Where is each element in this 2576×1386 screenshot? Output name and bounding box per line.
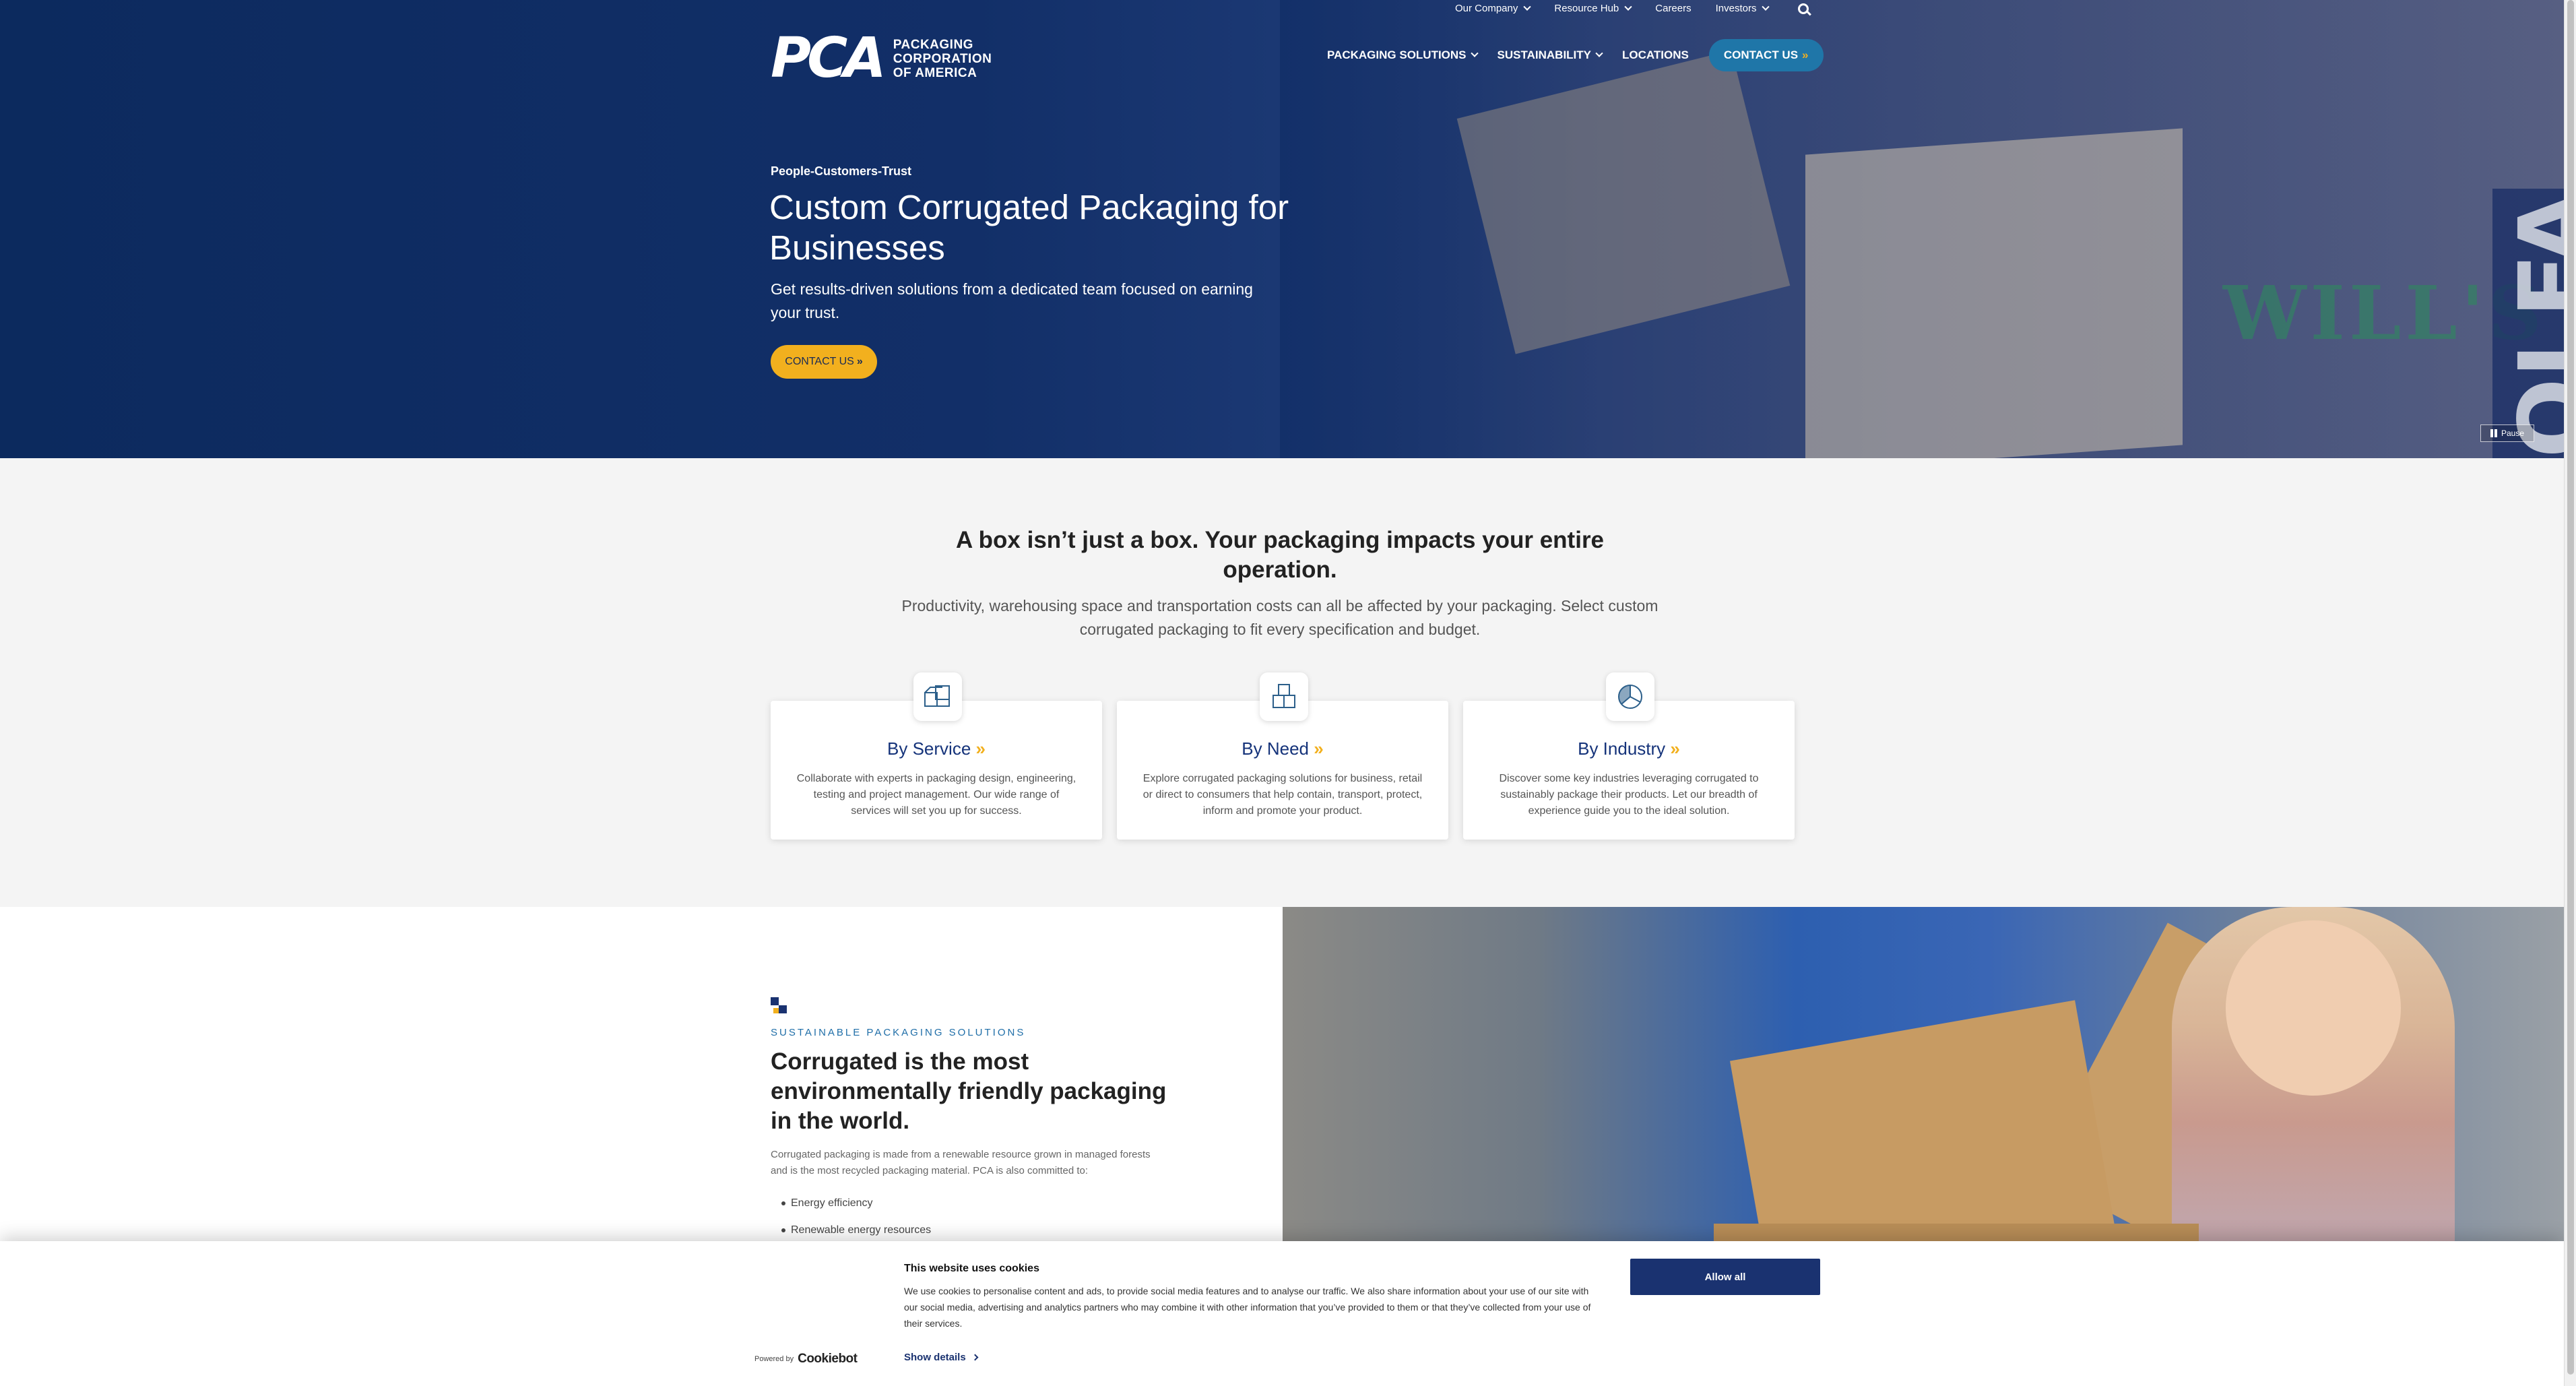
photo-box-shape <box>1456 50 1791 354</box>
chevron-down-icon <box>1523 3 1532 11</box>
pause-icon <box>2490 429 2497 437</box>
allow-all-button[interactable]: Allow all <box>1630 1259 1820 1295</box>
utility-nav: Our Company Resource Hub Careers Investo… <box>1455 3 1809 14</box>
nav-contact-label: CONTACT US <box>1723 49 1799 61</box>
squares-icon <box>771 997 788 1015</box>
card-by-service[interactable]: By Service » Collaborate with experts in… <box>771 672 1102 840</box>
search-icon[interactable] <box>1798 3 1809 14</box>
hero-contact-button[interactable]: CONTACT US» <box>771 345 877 379</box>
double-chevron-right-icon: » <box>856 356 863 367</box>
card-description: Discover some key industries leveraging … <box>1499 773 1759 817</box>
hero-eyebrow: People-Customers-Trust <box>771 164 912 178</box>
double-chevron-right-icon: » <box>975 738 986 759</box>
double-chevron-right-icon: » <box>1670 738 1680 759</box>
card-title-text: By Industry <box>1578 738 1666 759</box>
photo-tool-print: OLFA <box>2499 191 2564 458</box>
nav-contact-button[interactable]: CONTACT US» <box>1708 39 1824 71</box>
cookie-consent-banner: This website uses cookies We use cookies… <box>0 1241 2564 1386</box>
logo-line: PACKAGING <box>893 37 973 52</box>
utility-item-label: Our Company <box>1455 3 1518 14</box>
double-chevron-right-icon: » <box>1802 49 1809 61</box>
nav-item-sustainability[interactable]: SUSTAINABILITY <box>1497 49 1603 62</box>
card-by-industry[interactable]: By Industry » Discover some key industri… <box>1463 672 1795 840</box>
cookie-title: This website uses cookies <box>904 1263 1039 1274</box>
chevron-down-icon <box>1470 49 1479 57</box>
hero-cta-label: CONTACT US <box>785 356 854 367</box>
card-title[interactable]: By Need » <box>1117 738 1448 759</box>
utility-item-our-company[interactable]: Our Company <box>1455 3 1532 14</box>
service-boxes-icon <box>913 672 962 721</box>
card-title-text: By Need <box>1242 738 1310 759</box>
powered-by-cookiebot[interactable]: Powered by Cookiebot <box>754 1352 858 1366</box>
show-details-link[interactable]: Show details <box>904 1352 979 1363</box>
card-description: Explore corrugated packaging solutions f… <box>1142 773 1423 817</box>
utility-item-resource-hub[interactable]: Resource Hub <box>1554 3 1632 14</box>
logo-wordmark: PACKAGING CORPORATION OF AMERICA <box>893 38 992 80</box>
card-description: Collaborate with experts in packaging de… <box>796 773 1076 817</box>
logo-mark: PCA <box>771 26 887 90</box>
hero-title: Custom Corrugated Packaging for Business… <box>769 188 1289 267</box>
list-item: Renewable energy resources <box>781 1217 931 1244</box>
scrollbar-thumb[interactable] <box>2567 0 2574 1375</box>
logo-line: CORPORATION <box>893 51 992 66</box>
chevron-down-icon <box>1762 3 1770 11</box>
nav-item-label: LOCATIONS <box>1622 49 1689 61</box>
photo-child-face <box>2226 920 2401 1096</box>
hero-subtitle: Get results-driven solutions from a dedi… <box>771 280 1253 321</box>
carousel-pause-button[interactable]: Pause <box>2480 424 2534 442</box>
chevron-down-icon <box>1595 49 1603 57</box>
need-boxes-icon <box>1260 672 1308 721</box>
nav-item-label: PACKAGING SOLUTIONS <box>1327 49 1467 61</box>
utility-item-careers[interactable]: Careers <box>1655 3 1691 14</box>
list-item: Energy efficiency <box>781 1190 931 1217</box>
sustainability-eyebrow: SUSTAINABLE PACKAGING SOLUTIONS <box>771 1027 1026 1038</box>
hero-section: WILL'S OLFA Our Company Resource Hub Car… <box>0 0 2564 458</box>
powered-by-label: Powered by <box>754 1355 794 1363</box>
pause-label: Pause <box>2501 429 2525 438</box>
sustainability-body: Corrugated packaging is made from a rene… <box>771 1149 1151 1176</box>
card-title[interactable]: By Industry » <box>1463 738 1795 759</box>
intro-subtitle: Productivity, warehousing space and tran… <box>901 597 1659 638</box>
cookiebot-logo: Cookiebot <box>798 1352 858 1366</box>
card-by-need[interactable]: By Need » Explore corrugated packaging s… <box>1117 672 1448 840</box>
pca-logo[interactable]: PCA PACKAGING CORPORATION OF AMERICA <box>771 31 992 86</box>
logo-line: OF AMERICA <box>893 65 977 80</box>
nav-item-label: SUSTAINABILITY <box>1497 49 1591 61</box>
show-details-label: Show details <box>904 1352 966 1363</box>
nav-item-packaging-solutions[interactable]: PACKAGING SOLUTIONS <box>1327 49 1479 62</box>
page-scrollbar[interactable] <box>2564 0 2576 1386</box>
card-title[interactable]: By Service » <box>771 738 1102 759</box>
double-chevron-right-icon: » <box>1314 738 1324 759</box>
nav-item-locations[interactable]: LOCATIONS <box>1622 49 1689 62</box>
intro-title: A box isn’t just a box. Your packaging i… <box>955 527 1605 583</box>
photo-box-shape <box>1805 128 2183 458</box>
main-nav: PACKAGING SOLUTIONS SUSTAINABILITY LOCAT… <box>1327 39 1824 71</box>
industry-pie-icon <box>1606 672 1654 721</box>
sustainability-list: Energy efficiency Renewable energy resou… <box>781 1190 931 1244</box>
intro-section: A box isn’t just a box. Your packaging i… <box>0 458 2564 907</box>
utility-item-label: Resource Hub <box>1554 3 1619 14</box>
sustainability-title: Corrugated is the most environmentally f… <box>771 1048 1167 1134</box>
cookie-text: We use cookies to personalise content an… <box>904 1286 1591 1329</box>
utility-item-label: Investors <box>1715 3 1757 14</box>
utility-item-label: Careers <box>1655 3 1692 14</box>
chevron-down-icon <box>1624 3 1632 11</box>
chevron-right-icon <box>971 1354 979 1361</box>
utility-item-investors[interactable]: Investors <box>1715 3 1770 14</box>
card-title-text: By Service <box>887 738 971 759</box>
